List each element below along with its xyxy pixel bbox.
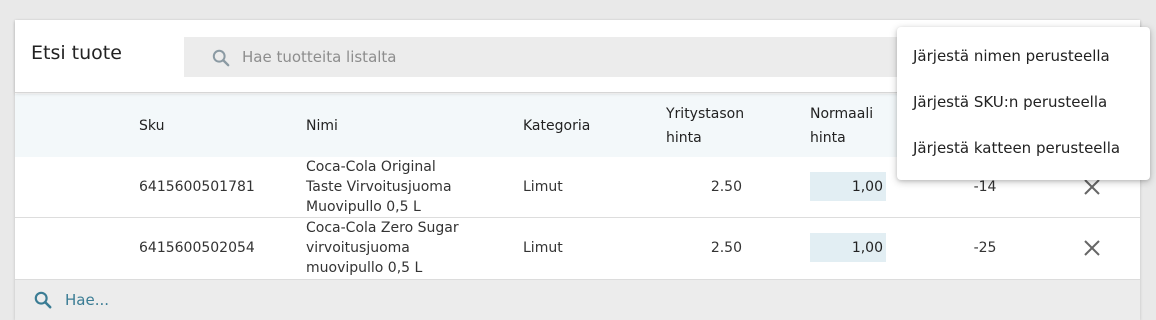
column-header-normal-price[interactable]: Normaali hinta bbox=[810, 102, 890, 150]
cell-name-line: Coca-Cola Original bbox=[306, 159, 436, 175]
column-header-company-price[interactable]: Yritystason hinta bbox=[666, 102, 766, 150]
footer-search-input[interactable] bbox=[65, 280, 365, 320]
cell-name-line: muovipullo 0,5 L bbox=[306, 260, 423, 276]
column-header-category[interactable]: Kategoria bbox=[523, 114, 590, 138]
cell-name-line: Coca-Cola Zero Sugar bbox=[306, 220, 459, 236]
cell-category: Limut bbox=[523, 240, 563, 256]
cell-company-price: 2.50 bbox=[710, 179, 742, 195]
normal-price-input[interactable] bbox=[810, 172, 886, 201]
search-icon bbox=[34, 291, 52, 309]
sort-menu: Järjestä nimen perusteella Järjestä SKU:… bbox=[897, 27, 1150, 180]
cell-name-line: virvoitusjuoma bbox=[306, 240, 410, 256]
cell-sku: 6415600502054 bbox=[139, 240, 255, 256]
sort-by-margin-item[interactable]: Järjestä katteen perusteella bbox=[897, 130, 1150, 176]
cell-margin: -14 bbox=[973, 179, 997, 195]
cell-name-line: Muovipullo 0,5 L bbox=[306, 199, 421, 215]
sort-by-sku-item[interactable]: Järjestä SKU:n perusteella bbox=[897, 84, 1150, 130]
footer-search-bar[interactable] bbox=[15, 279, 1140, 320]
column-header-sku[interactable]: Sku bbox=[139, 114, 164, 138]
cell-name: Coca-Cola Zero Sugar virvoitusjuoma muov… bbox=[306, 218, 459, 278]
product-search-box[interactable] bbox=[184, 37, 924, 77]
cell-category: Limut bbox=[523, 179, 563, 195]
search-icon bbox=[212, 49, 230, 67]
cell-name: Coca-Cola Original Taste Virvoitusjuoma … bbox=[306, 157, 452, 217]
table-row: 6415600502054 Coca-Cola Zero Sugar virvo… bbox=[15, 218, 1140, 279]
close-icon[interactable] bbox=[1083, 239, 1101, 257]
normal-price-input[interactable] bbox=[810, 233, 886, 262]
cell-margin: -25 bbox=[973, 240, 997, 256]
cell-sku: 6415600501781 bbox=[139, 179, 255, 195]
close-icon[interactable] bbox=[1083, 178, 1101, 196]
column-header-name[interactable]: Nimi bbox=[306, 114, 338, 138]
page-title: Etsi tuote bbox=[31, 42, 122, 64]
cell-company-price: 2.50 bbox=[710, 240, 742, 256]
product-search-input[interactable] bbox=[242, 37, 882, 77]
cell-name-line: Taste Virvoitusjuoma bbox=[306, 179, 452, 195]
sort-by-name-item[interactable]: Järjestä nimen perusteella bbox=[897, 38, 1150, 84]
